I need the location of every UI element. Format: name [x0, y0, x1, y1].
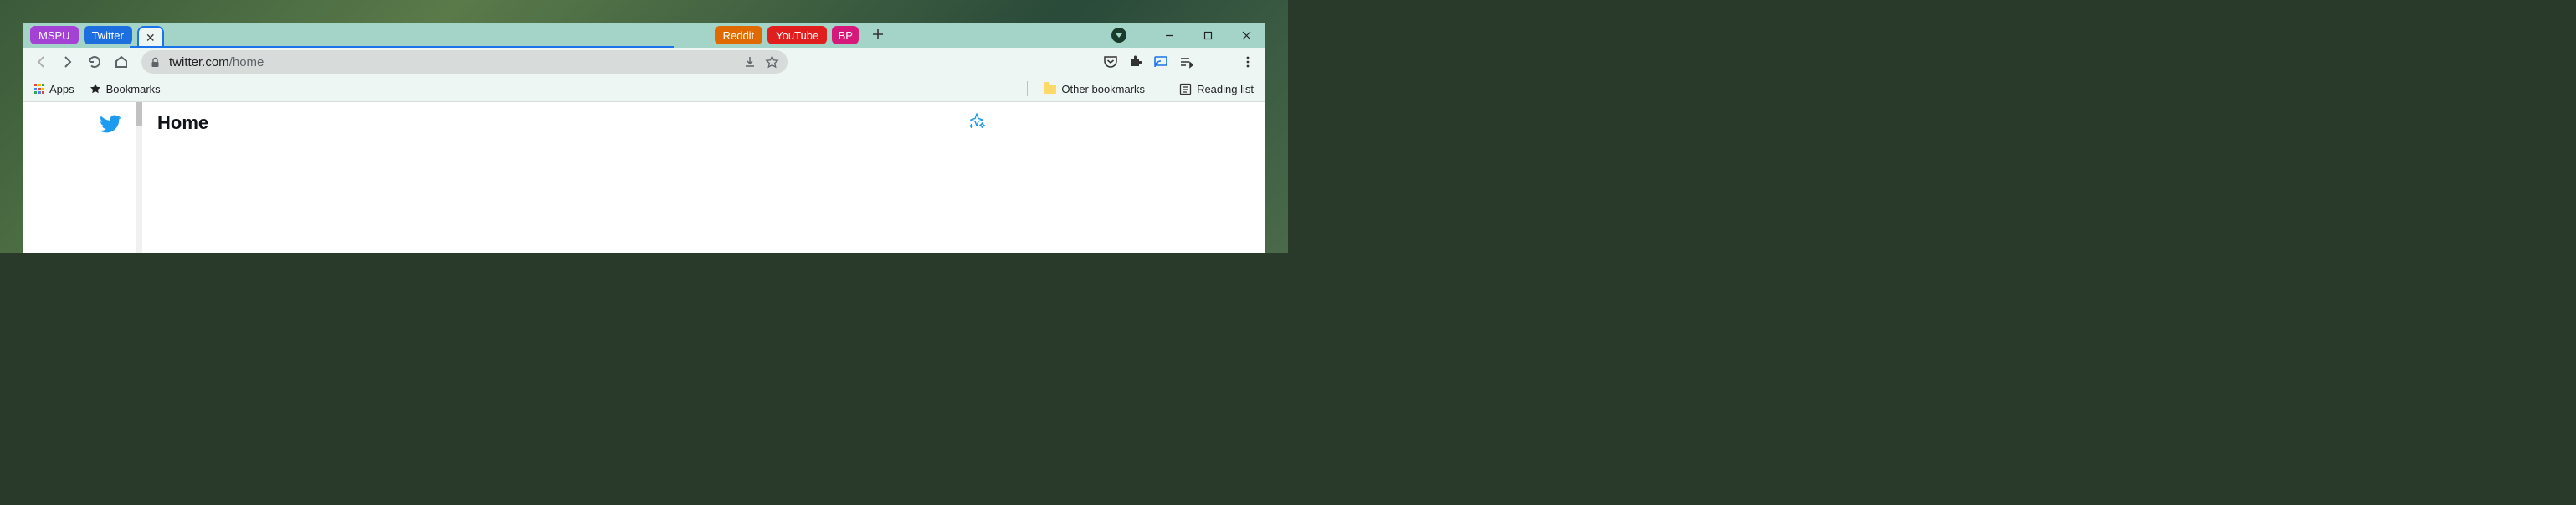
reload-icon	[87, 54, 102, 70]
puzzle-icon	[1128, 54, 1143, 70]
install-icon[interactable]	[743, 55, 757, 69]
sparkle-icon[interactable]	[967, 112, 986, 131]
extensions-button[interactable]	[1125, 51, 1147, 73]
url-text: twitter.com/home	[169, 55, 735, 70]
reading-list[interactable]: Reading list	[1176, 81, 1257, 97]
tab-strip: MSPU Twitter ✕ Reddit YouTube BP	[23, 23, 1265, 48]
scrollbar-thumb[interactable]	[136, 102, 142, 126]
lock-icon	[150, 57, 161, 68]
pocket-icon	[1103, 54, 1118, 70]
reading-list-icon	[1179, 83, 1192, 95]
minimize-button[interactable]	[1150, 23, 1188, 48]
scrollbar[interactable]	[136, 102, 142, 253]
star-filled-icon	[90, 83, 101, 95]
toolbar: twitter.com/home	[23, 48, 1265, 76]
tab-reddit[interactable]: Reddit	[715, 26, 763, 44]
menu-button[interactable]	[1237, 51, 1259, 73]
twitter-logo-icon[interactable]	[99, 112, 122, 136]
tab-mspu[interactable]: MSPU	[30, 26, 79, 44]
bookmarks-label: Bookmarks	[106, 83, 161, 95]
reload-button[interactable]	[83, 50, 106, 74]
tab-label: Reddit	[723, 29, 755, 42]
cast-button[interactable]	[1150, 51, 1172, 73]
address-bar[interactable]: twitter.com/home	[141, 50, 788, 74]
folder-icon	[1044, 85, 1056, 94]
tab-label: YouTube	[776, 29, 818, 42]
close-icon	[1242, 31, 1251, 40]
new-tab-button[interactable]	[866, 23, 890, 46]
bookmark-star-icon[interactable]	[765, 55, 779, 70]
arrow-right-icon	[60, 54, 75, 70]
tab-label: BP	[839, 29, 853, 42]
maximize-button[interactable]	[1188, 23, 1227, 48]
maximize-icon	[1203, 31, 1213, 40]
plus-icon	[872, 28, 884, 40]
desktop-background: MSPU Twitter ✕ Reddit YouTube BP	[0, 0, 1288, 253]
divider	[1027, 81, 1028, 96]
tab-bp[interactable]: BP	[832, 26, 859, 44]
tab-label: MSPU	[38, 29, 70, 42]
close-window-button[interactable]	[1227, 23, 1265, 48]
arrow-left-icon	[33, 54, 49, 70]
other-bookmarks-label: Other bookmarks	[1061, 83, 1145, 95]
home-button[interactable]	[110, 50, 133, 74]
apps-shortcut[interactable]: Apps	[31, 81, 78, 97]
bookmarks-folder[interactable]: Bookmarks	[86, 81, 164, 97]
pocket-extension[interactable]	[1100, 51, 1121, 73]
back-button[interactable]	[29, 50, 53, 74]
browser-window: MSPU Twitter ✕ Reddit YouTube BP	[23, 23, 1265, 253]
twitter-main-column: Home	[142, 102, 1006, 253]
active-tab-underline	[130, 46, 674, 48]
media-control-button[interactable]	[1175, 51, 1197, 73]
home-icon	[114, 54, 129, 70]
apps-label: Apps	[49, 83, 74, 95]
tab-youtube[interactable]: YouTube	[767, 26, 827, 44]
bookmarks-bar: Apps Bookmarks Other bookmarks Reading l…	[23, 76, 1265, 101]
page-content: Home	[23, 101, 1265, 253]
music-note-icon	[1178, 54, 1193, 70]
minimize-icon	[1165, 31, 1174, 40]
cast-icon	[1153, 54, 1168, 70]
tab-twitter[interactable]: Twitter	[84, 26, 132, 44]
forward-button[interactable]	[56, 50, 80, 74]
page-heading: Home	[157, 112, 208, 134]
tab-label: Twitter	[92, 29, 124, 42]
twitter-right-column	[1006, 102, 1265, 253]
other-bookmarks[interactable]: Other bookmarks	[1041, 81, 1148, 97]
reading-list-label: Reading list	[1197, 83, 1254, 95]
close-tab-icon[interactable]: ✕	[146, 31, 156, 45]
kebab-icon	[1241, 55, 1255, 69]
twitter-nav-column	[23, 102, 136, 253]
tab-active[interactable]: ✕	[137, 26, 164, 48]
window-controls	[1150, 23, 1265, 48]
apps-grid-icon	[34, 84, 44, 94]
tab-search-button[interactable]	[1111, 28, 1126, 43]
